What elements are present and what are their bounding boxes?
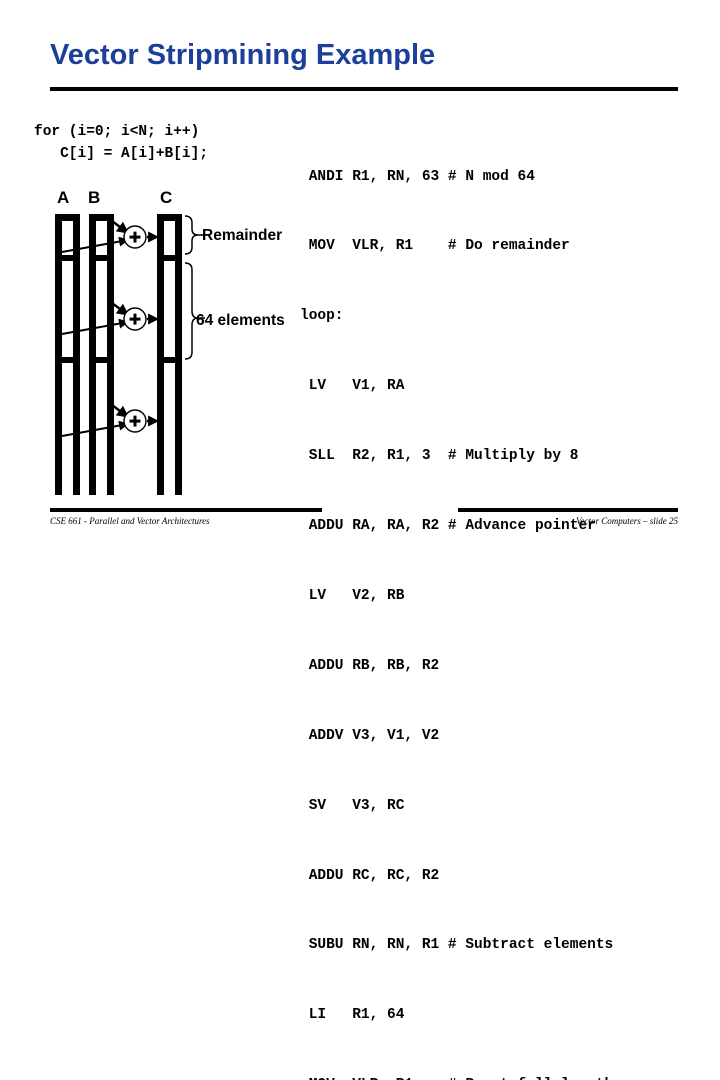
footer-divider-left — [50, 508, 322, 512]
vector-bar-a — [55, 214, 80, 495]
asm-line: LV V1, RA — [300, 378, 405, 395]
asm-line: ADDU RC, RC, R2 — [300, 867, 440, 884]
asm-line: SV V3, RC — [300, 797, 405, 814]
asm-line: ADDU RB, RB, R2 — [300, 657, 440, 674]
asm-line: ANDI R1, RN, 63 # N mod 64 — [300, 168, 535, 185]
asm-line: SLL R2, R1, 3 # Multiply by 8 — [300, 448, 579, 465]
vector-label-b: B — [88, 188, 101, 207]
adder-node-1 — [61, 220, 160, 253]
c-source-code: for (i=0; i<N; i++) C[i] = A[i]+B[i]; — [34, 124, 209, 162]
footer-divider-right — [458, 508, 678, 512]
asm-line: MOV VLR, R1 # Reset full length — [300, 1074, 614, 1080]
asm-line: MOV VLR, R1 # Do remainder — [300, 238, 570, 255]
adder-node-3 — [61, 404, 160, 437]
vector-bar-c — [157, 214, 182, 495]
plus-icon — [129, 313, 141, 325]
vector-label-c: C — [160, 188, 173, 207]
footer-course-label: CSE 661 - Parallel and Vector Architectu… — [50, 516, 210, 526]
plus-icon — [129, 415, 141, 427]
brace-64-elements — [184, 262, 205, 360]
brace-label-remainder: Remainder — [202, 227, 283, 244]
assembly-code-listing: ANDI R1, RN, 63 # N mod 64 MOV VLR, R1 #… — [300, 119, 613, 1080]
vector-bar-b — [89, 214, 114, 495]
page-title: Vector Stripmining Example — [50, 39, 436, 71]
footer-slide-label: Vector Computers – slide 25 — [576, 516, 678, 526]
asm-line: SUBU RN, RN, R1 # Subtract elements — [300, 937, 614, 954]
adder-node-2 — [61, 302, 160, 335]
asm-line: loop: — [300, 308, 344, 325]
asm-line: LV V2, RB — [300, 587, 405, 604]
asm-line: LI R1, 64 — [300, 1007, 405, 1024]
vector-label-a: A — [57, 188, 70, 207]
title-divider — [50, 87, 678, 91]
plus-icon — [129, 231, 141, 243]
asm-line: ADDV V3, V1, V2 — [300, 727, 440, 744]
brace-label-64-elements: 64 elements — [196, 312, 285, 329]
